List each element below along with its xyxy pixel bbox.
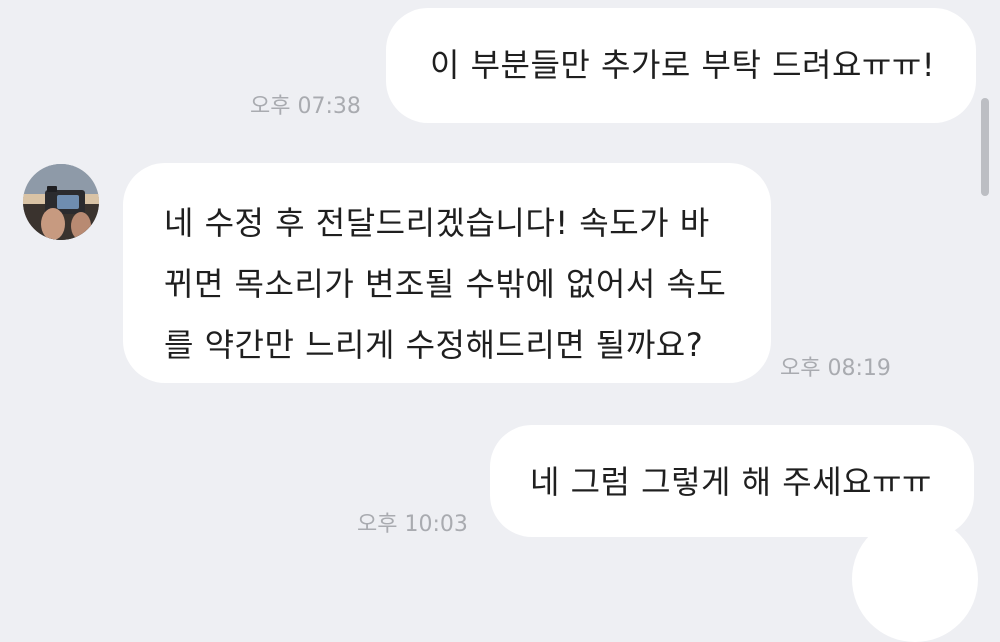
camera-photo-icon <box>23 164 99 240</box>
message-timestamp: 오후 10:03 <box>357 512 468 537</box>
message-text-line: 뀌면 목소리가 변조될 수밖에 없어서 속도 <box>164 265 727 303</box>
message-text-line: 를 약간만 느리게 수정해드리면 될까요? <box>164 326 704 364</box>
message-timestamp: 오후 08:19 <box>780 356 891 381</box>
message-timestamp: 오후 07:38 <box>250 94 361 119</box>
message-text: 네 그럼 그렇게 해 주세요ㅠㅠ <box>530 463 932 501</box>
message-bubble-incoming[interactable]: 네 수정 후 전달드리겠습니다! 속도가 바 뀌면 목소리가 변조될 수밖에 없… <box>123 163 771 383</box>
message-bubble-outgoing[interactable]: 이 부분들만 추가로 부탁 드려요ㅠㅠ! <box>386 8 976 123</box>
scrollbar[interactable] <box>981 98 989 196</box>
scroll-to-bottom-button[interactable] <box>852 516 978 642</box>
message-text-line: 네 수정 후 전달드리겠습니다! 속도가 바 <box>164 204 710 242</box>
message-text: 이 부분들만 추가로 부탁 드려요ㅠㅠ! <box>430 46 936 84</box>
avatar[interactable] <box>23 164 99 240</box>
